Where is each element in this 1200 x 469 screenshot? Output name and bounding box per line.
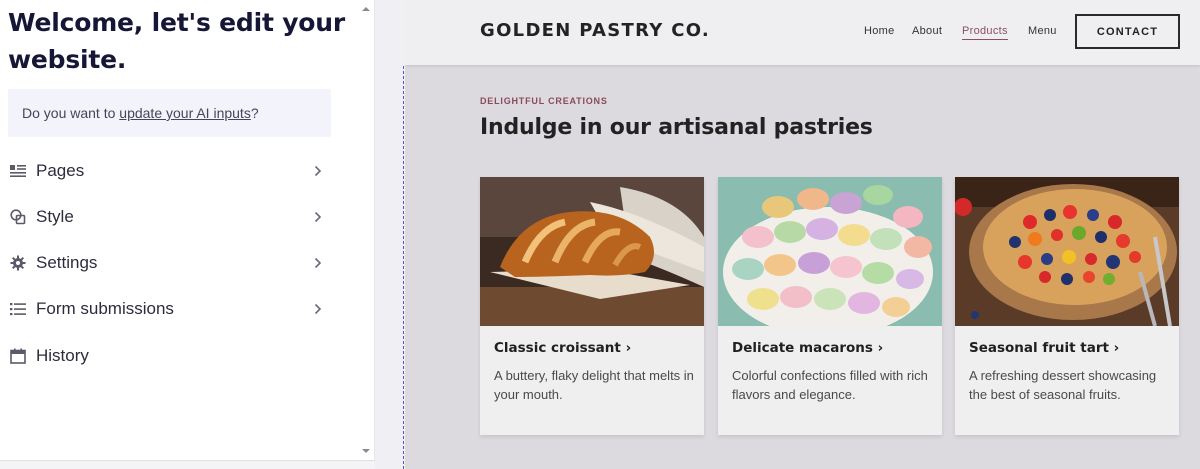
gear-icon (0, 243, 36, 283)
style-icon (0, 197, 36, 237)
editor-panel: Welcome, let's edit your website. Do you… (0, 0, 375, 469)
card-description: A buttery, flaky delight that melts in y… (494, 368, 694, 402)
welcome-title: Welcome, let's edit your website. (8, 8, 345, 74)
chevron-right-icon (306, 257, 330, 269)
product-card-macarons[interactable]: Delicate macarons › Colorful confections… (718, 177, 942, 435)
site-logo[interactable]: GOLDEN PASTRY CO. (480, 20, 710, 41)
menu-item-label: History (36, 346, 89, 365)
scroll-up-arrow-icon[interactable] (360, 3, 372, 15)
card-description: Colorful confections filled with rich fl… (732, 368, 928, 402)
menu-item-pages[interactable]: Pages (0, 151, 330, 191)
nav-link-products[interactable]: Products (962, 25, 1008, 40)
chevron-right-icon: › (877, 340, 884, 356)
fruit-tart-image (955, 177, 1179, 326)
calendar-icon (0, 336, 36, 376)
update-ai-inputs-link[interactable]: update your AI inputs (119, 105, 251, 121)
croissant-image (480, 177, 704, 326)
nav-link-about[interactable]: About (912, 25, 942, 37)
menu-item-form-submissions[interactable]: Form submissions (0, 289, 330, 329)
website-preview: GOLDEN PASTRY CO. Home About Products Me… (405, 0, 1200, 469)
contact-button[interactable]: CONTACT (1075, 14, 1180, 49)
menu-item-label: Style (36, 207, 74, 226)
chevron-right-icon (306, 211, 330, 223)
card-title[interactable]: Delicate macarons › (732, 340, 883, 356)
ai-prompt-prefix: Do you want to (22, 105, 120, 121)
product-card-fruit-tart[interactable]: Seasonal fruit tart › A refreshing desse… (955, 177, 1179, 435)
site-header: GOLDEN PASTRY CO. Home About Products Me… (405, 0, 1200, 65)
chevron-right-icon (306, 165, 330, 177)
nav-link-home[interactable]: Home (864, 25, 895, 37)
menu-item-settings[interactable]: Settings (0, 243, 330, 283)
menu-item-label: Form submissions (36, 299, 174, 318)
card-title[interactable]: Classic croissant › (494, 340, 631, 356)
macarons-image (718, 177, 942, 326)
menu-item-style[interactable]: Style (0, 197, 330, 237)
menu-item-label: Pages (36, 161, 85, 180)
pages-icon (0, 151, 36, 191)
product-card-croissant[interactable]: Classic croissant › A buttery, flaky del… (480, 177, 704, 435)
section-eyebrow: DELIGHTFUL CREATIONS (480, 96, 608, 106)
card-title[interactable]: Seasonal fruit tart › (969, 340, 1119, 356)
section-heading: Indulge in our artisanal pastries (480, 115, 873, 140)
menu-item-label: Settings (36, 253, 98, 272)
card-description: A refreshing dessert showcasing the best… (969, 368, 1157, 402)
menu-item-history[interactable]: History (0, 336, 330, 376)
list-icon (0, 289, 36, 329)
ai-inputs-banner: Do you want to update your AI inputs? (8, 89, 331, 137)
chevron-right-icon: › (625, 340, 632, 356)
scroll-down-arrow-icon[interactable] (360, 445, 372, 457)
selection-outline (403, 66, 404, 469)
ai-prompt-suffix: ? (250, 105, 259, 121)
horizontal-scrollbar[interactable] (0, 460, 375, 469)
chevron-right-icon: › (1113, 340, 1120, 356)
chevron-right-icon (306, 303, 330, 315)
nav-link-menu[interactable]: Menu (1028, 25, 1057, 37)
